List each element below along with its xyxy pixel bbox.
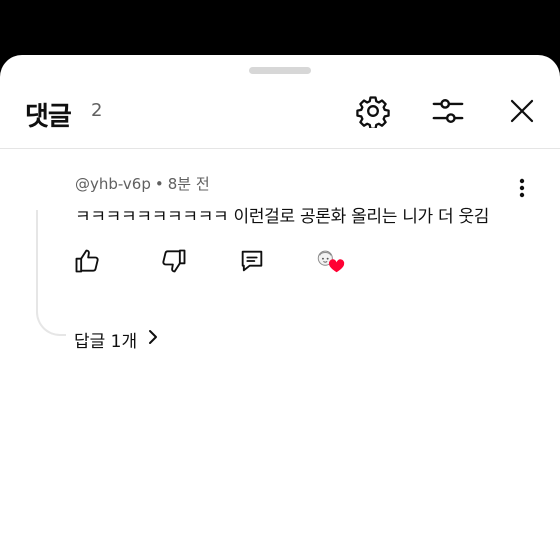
chevron-right-icon bbox=[147, 328, 159, 351]
more-options-icon[interactable] bbox=[510, 173, 534, 203]
drag-handle[interactable] bbox=[249, 67, 311, 74]
panel-header: 댓글 2 bbox=[0, 83, 560, 147]
meta-separator: • bbox=[154, 175, 164, 193]
comments-panel: 댓글 2 @yhb-v6p • 8분 전 ㅋㅋㅋㅋㅋㅋㅋㅋㅋㅋ 이런걸로 공론화… bbox=[0, 55, 560, 560]
header-divider bbox=[0, 148, 560, 149]
comment-count: 2 bbox=[91, 100, 103, 121]
creator-heart-icon bbox=[314, 245, 346, 277]
filter-sliders-icon[interactable] bbox=[428, 91, 468, 131]
thread-connector-line bbox=[36, 210, 66, 336]
panel-title: 댓글 bbox=[25, 102, 72, 132]
reply-icon[interactable] bbox=[236, 245, 268, 277]
comment-time: 8분 전 bbox=[167, 175, 210, 193]
view-replies-button[interactable]: 답글 1개 bbox=[74, 327, 159, 352]
gear-icon[interactable] bbox=[353, 91, 393, 131]
thumbs-up-icon[interactable] bbox=[71, 245, 103, 277]
comment-meta: @yhb-v6p • 8분 전 bbox=[75, 173, 210, 194]
replies-label: 답글 1개 bbox=[74, 331, 138, 352]
comment-author[interactable]: @yhb-v6p bbox=[75, 175, 151, 193]
thumbs-down-icon[interactable] bbox=[158, 245, 190, 277]
comment-text: ㅋㅋㅋㅋㅋㅋㅋㅋㅋㅋ 이런걸로 공론화 올리는 니가 더 웃김 bbox=[75, 207, 490, 227]
close-icon[interactable] bbox=[502, 91, 542, 131]
